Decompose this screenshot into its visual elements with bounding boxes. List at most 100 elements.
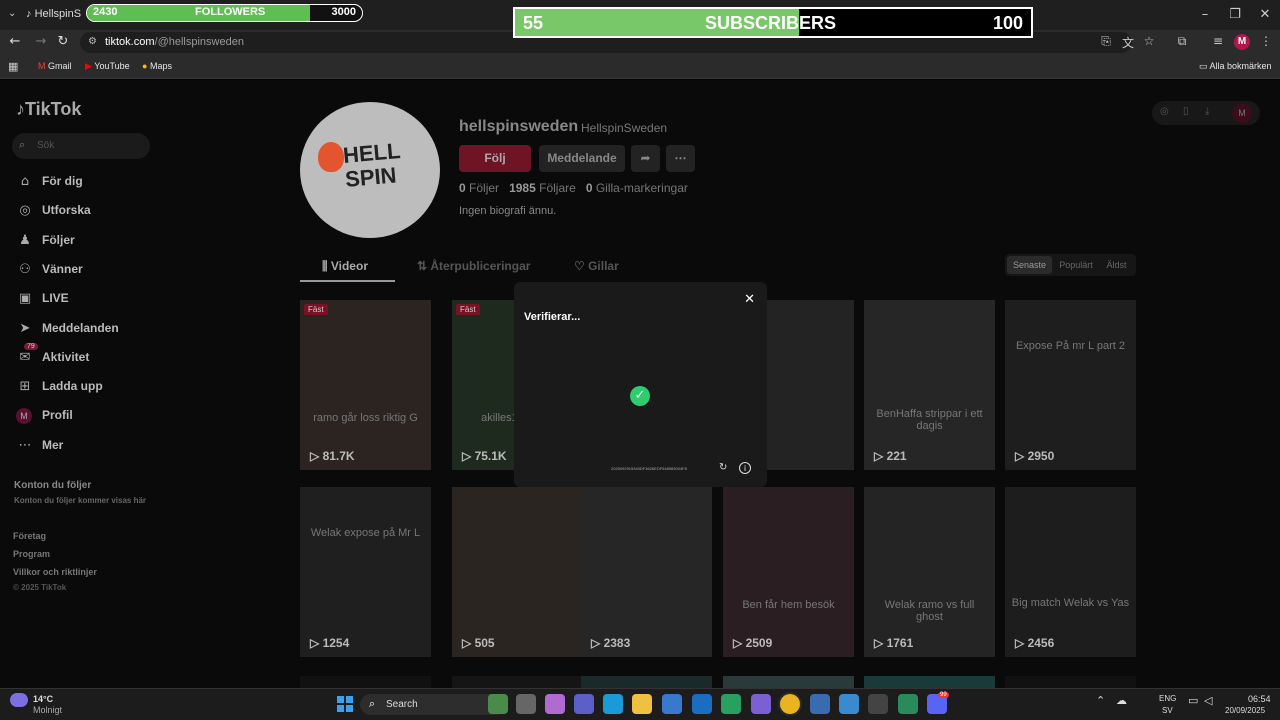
minimize-icon[interactable]: – [1190,5,1220,25]
chrome-icon[interactable] [780,694,800,714]
refresh-icon[interactable]: ↻ [719,462,727,473]
reload-icon[interactable]: ↻ [54,34,72,49]
paint-icon[interactable] [751,694,771,714]
view-count: 2950 [1027,449,1055,463]
video-tile[interactable] [1005,676,1136,688]
taskbar-search[interactable]: ⌕ Search [360,694,506,715]
tab-likes[interactable]: ♡ Gillar [574,259,619,273]
profile-avatar[interactable]: M [1234,34,1250,50]
download-icon[interactable]: ⤓ [1205,106,1209,117]
video-tile[interactable] [864,676,995,688]
video-tile[interactable]: Fäst ramo går loss riktig G ▷ 81.7K [300,300,431,470]
view-count: 75.1K [474,449,507,463]
tiktok-logo[interactable]: ♪TikTok [16,99,81,120]
weather-desc[interactable]: Molnigt [33,705,62,715]
close-icon[interactable]: ✕ [744,292,755,307]
sidebar-item-5[interactable]: LIVE [42,291,69,305]
steam-icon[interactable] [868,694,888,714]
windows-start-icon[interactable] [337,696,353,712]
more-options-icon[interactable]: ⋯ [666,145,695,172]
maximize-icon[interactable]: ❐ [1220,5,1250,25]
bookmark-youtube[interactable]: ▶ YouTube [85,61,130,72]
app-icon[interactable] [898,694,918,714]
tray-chevron-icon[interactable]: ⌃ [1096,694,1105,707]
video-tile[interactable]: Welak expose på Mr L ▷ 1254 [300,487,431,657]
back-icon[interactable]: ← [6,34,24,49]
sidebar-item-4[interactable]: Vänner [42,262,83,276]
extensions-icon[interactable]: ⧉ [1174,34,1190,49]
footer-link-company[interactable]: Företag [13,531,46,541]
copilot-icon[interactable] [545,694,565,714]
close-window-icon[interactable]: ✕ [1250,5,1280,25]
video-tile[interactable] [723,676,854,688]
share-icon[interactable]: ➦ [631,145,660,172]
bookmark-star-icon[interactable]: ☆ [1141,34,1157,48]
tab-search-icon[interactable]: ⌄ [8,8,16,19]
sidebar-item-6[interactable]: Meddelanden [42,321,119,335]
site-info-icon[interactable]: ⚙ [88,36,97,47]
widgets-icon[interactable] [488,694,508,714]
follow-button[interactable]: Följ [459,145,531,172]
clock-time[interactable]: 06:54 [1248,694,1271,704]
view-count: 81.7K [322,449,355,463]
forward-icon[interactable]: → [32,34,50,49]
lang-secondary[interactable]: SV [1162,706,1173,715]
lang-primary[interactable]: ENG [1159,694,1176,703]
outlook-icon[interactable] [692,694,712,714]
media-control-icon[interactable]: ≡ [1210,34,1226,48]
video-tile[interactable]: Ben får hem besök ▷ 2509 [723,487,854,657]
video-tile[interactable]: ▷ 2383 [581,487,712,657]
sidebar-item-1[interactable]: För dig [42,174,83,188]
weather-temp[interactable]: 14°C [33,694,53,704]
onedrive-icon[interactable]: ☁ [1116,694,1127,707]
video-tile[interactable]: BenHaffa strippar i ett dagis ▷ 221 [864,300,995,470]
translate-icon[interactable]: 文 [1120,34,1136,51]
video-tile[interactable]: Big match Welak vs Yas ▷ 2456 [1005,487,1136,657]
search-input[interactable]: ⌕ Sök [12,133,150,159]
sidebar-item-10[interactable]: Mer [42,438,63,452]
video-tile[interactable] [581,676,712,688]
clock-date[interactable]: 20/09/2025 [1225,706,1265,715]
video-tile[interactable]: Expose På mr L part 2 ▷ 2950 [1005,300,1136,470]
tab-reposts[interactable]: ⇅ Återpubliceringar [417,259,530,273]
edge-icon[interactable] [603,694,623,714]
weather-icon[interactable] [10,693,28,707]
tab-videos[interactable]: ⫼ Videor [322,259,368,274]
store-icon[interactable] [662,694,682,714]
sort-popular[interactable]: Populärt [1055,256,1097,274]
device-icon[interactable]: ▯ [1183,106,1189,117]
video-tile[interactable]: Welak ramo vs full ghost ▷ 1761 [864,487,995,657]
sort-oldest[interactable]: Äldst [1099,256,1134,274]
sidebar-item-9[interactable]: Profil [42,408,73,422]
explore-compass-icon[interactable]: ◎ [1160,106,1169,117]
file-explorer-icon[interactable] [632,694,652,714]
url-text[interactable]: tiktok.com/@hellspinsweden [105,36,244,48]
vscode-icon[interactable] [810,694,830,714]
message-button[interactable]: Meddelande [539,145,625,172]
sort-latest[interactable]: Senaste [1007,256,1052,274]
video-tile[interactable]: ▷ 505 [452,487,583,657]
teams-icon[interactable] [574,694,594,714]
task-view-icon[interactable] [516,694,536,714]
video-tile[interactable] [300,676,431,688]
vpn-icon[interactable] [721,694,741,714]
video-tile[interactable] [452,676,583,688]
install-app-icon[interactable]: ⎘ [1098,34,1114,49]
bookmark-maps[interactable]: ● Maps [142,61,172,71]
sidebar-item-8[interactable]: Ladda upp [42,379,103,393]
sidebar-item-7[interactable]: Aktivitet [42,350,89,364]
photos-icon[interactable] [839,694,859,714]
sidebar-item-2[interactable]: Utforska [42,203,91,217]
all-bookmarks[interactable]: ▭ Alla bokmärken [1199,61,1272,72]
footer-link-program[interactable]: Program [13,549,50,559]
sidebar-item-3[interactable]: Följer [42,233,75,247]
volume-icon[interactable]: ◁ [1204,694,1212,707]
bookmark-gmail[interactable]: M Gmail [38,61,72,71]
apps-grid-icon[interactable]: ▦ [8,60,18,73]
network-icon[interactable]: ▭ [1188,694,1198,707]
browser-tab[interactable]: ♪ HellspinS [26,4,86,24]
user-avatar[interactable]: M [1232,103,1252,123]
menu-dots-icon[interactable]: ⋮ [1258,34,1274,48]
footer-link-terms[interactable]: Villkor och riktlinjer [13,567,97,577]
info-icon[interactable]: i [739,462,751,474]
